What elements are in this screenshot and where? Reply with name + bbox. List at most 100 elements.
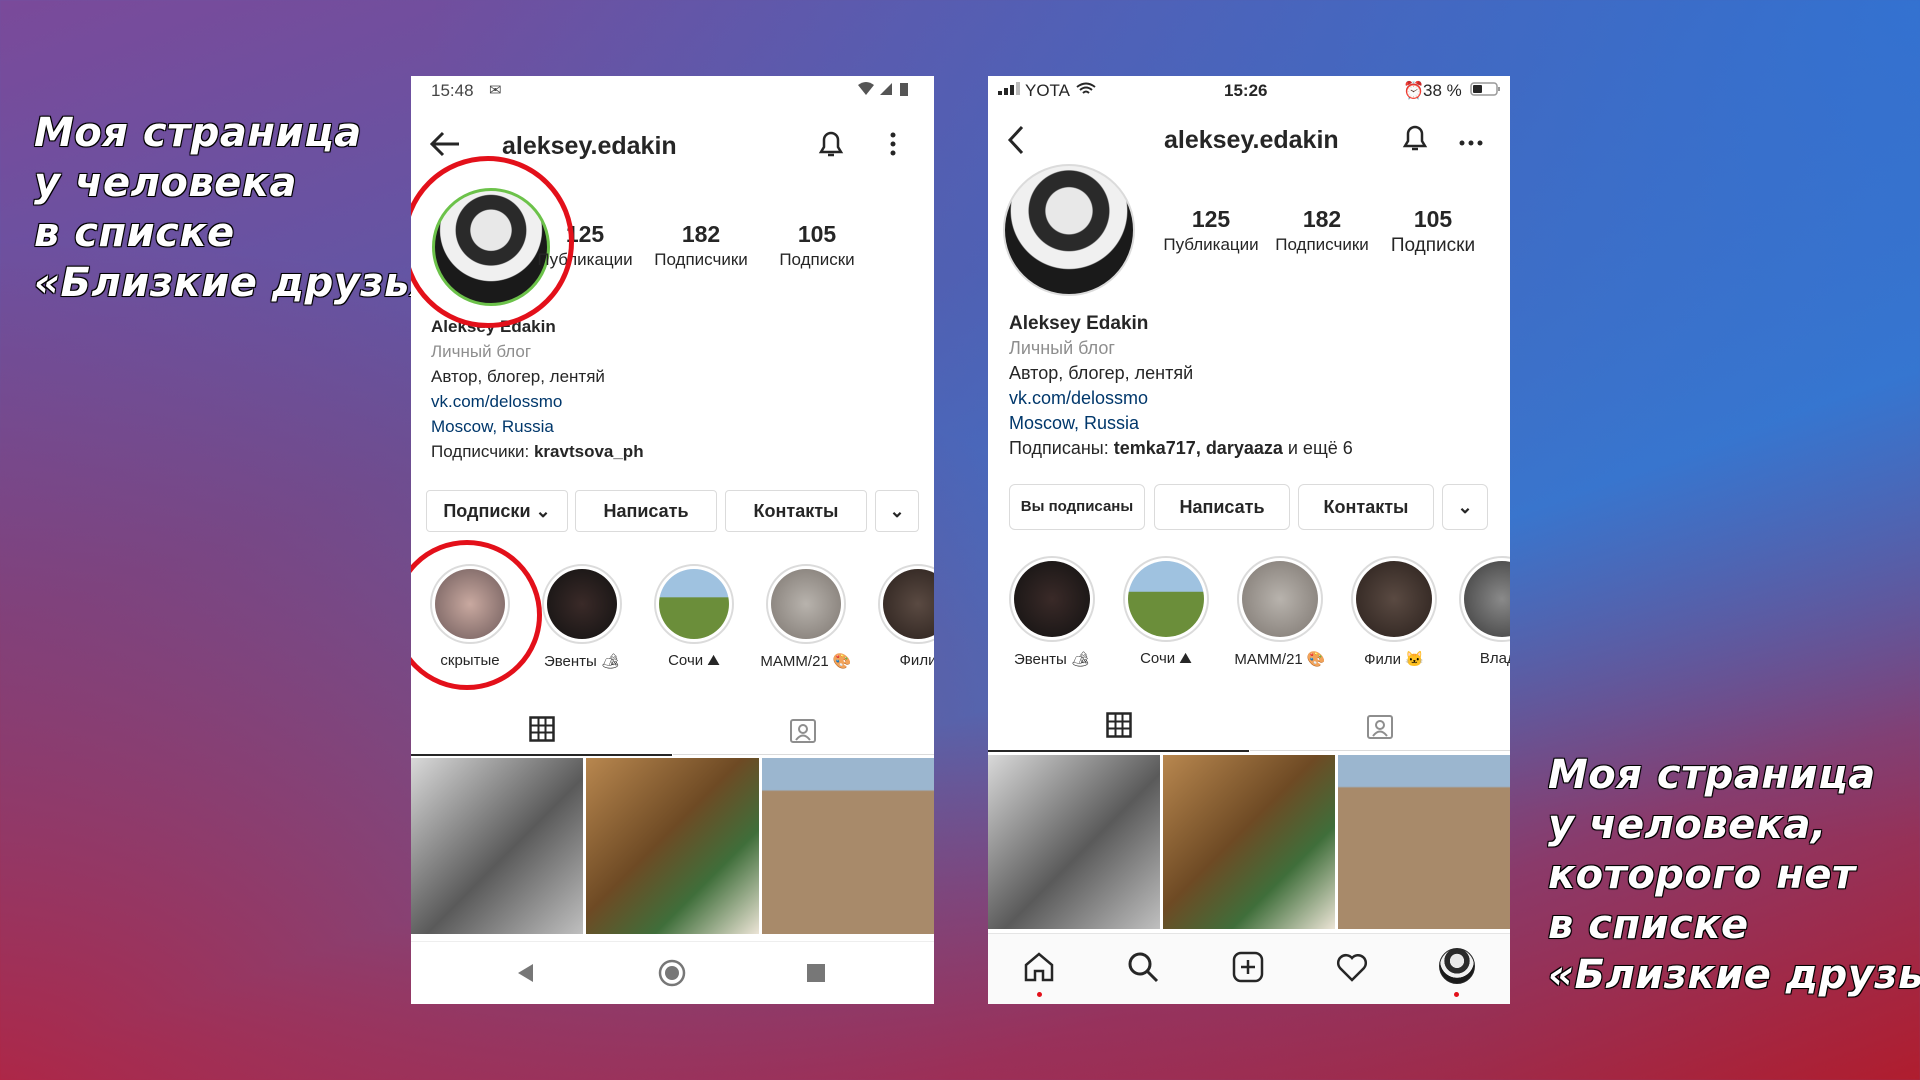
story-highlight[interactable]: МАММ/21 🎨 — [760, 564, 852, 670]
story-highlight[interactable]: Фили 🐱 — [1348, 556, 1440, 668]
home-icon[interactable] — [1022, 950, 1056, 989]
story-thumbnail — [1464, 561, 1510, 637]
stat-number: 105 — [1413, 206, 1453, 232]
story-highlight[interactable]: Влади — [1456, 556, 1510, 667]
more-horizontal-icon[interactable] — [1458, 134, 1484, 152]
story-highlight[interactable]: Фили — [872, 564, 934, 669]
profile-location[interactable]: Moscow, Russia — [1009, 411, 1353, 436]
status-bar: YOTA 15:26 ⏰ 38 % — [988, 76, 1510, 104]
story-highlight[interactable]: Сочи ⛰ — [1120, 556, 1212, 667]
home-circle-icon[interactable] — [658, 959, 686, 987]
profile-name: Aleksey Edakin — [1009, 313, 1149, 334]
stat-label: Подписки — [779, 250, 855, 269]
post-thumbnail[interactable] — [1338, 755, 1510, 929]
tab-grid[interactable] — [988, 700, 1249, 752]
contacts-button[interactable]: Контакты — [1298, 484, 1434, 530]
more-vertical-icon[interactable] — [889, 130, 897, 163]
caption-line: в списке — [34, 210, 235, 256]
following-button[interactable]: Подписки ⌄ — [426, 490, 568, 532]
message-button[interactable]: Написать — [1154, 484, 1290, 530]
stat-posts[interactable]: 125 Публикации — [1156, 206, 1266, 255]
story-ring — [542, 564, 622, 644]
back-triangle-icon[interactable] — [515, 962, 535, 984]
back-arrow-icon[interactable] — [429, 130, 461, 163]
battery-icon — [856, 81, 916, 102]
caption-close-friends: Моя страница у человека в списке «Близки… — [34, 108, 463, 308]
tab-tagged[interactable] — [1250, 700, 1510, 751]
profile-username: aleksey.edakin — [502, 132, 677, 160]
followed-by-suffix: и ещё 6 — [1282, 438, 1353, 458]
story-highlight[interactable]: Сочи ⛰ — [648, 564, 740, 669]
caption-line: у человека — [34, 160, 297, 206]
profile-link[interactable]: vk.com/delossmo — [1009, 386, 1353, 411]
recents-square-icon[interactable] — [806, 963, 826, 983]
story-highlight[interactable]: Эвенты 🏕 — [1006, 556, 1098, 668]
bell-icon[interactable] — [1400, 122, 1430, 159]
suggestions-dropdown-button[interactable]: ⌄ — [1442, 484, 1488, 530]
followed-by-users: temka717, daryaaza — [1113, 438, 1283, 458]
search-icon[interactable] — [1126, 950, 1160, 989]
tab-grid[interactable] — [411, 704, 672, 756]
suggestions-dropdown-button[interactable]: ⌄ — [875, 490, 919, 532]
tab-tagged[interactable] — [673, 704, 934, 755]
bell-icon[interactable] — [816, 128, 846, 165]
status-carrier: YOTA — [1025, 81, 1071, 100]
story-label: Эвенты 🏕 — [543, 653, 621, 670]
stat-following[interactable]: 105 Подписки — [762, 221, 872, 270]
profile-bio: Aleksey Edakin Личный блог Автор, блогер… — [1009, 311, 1353, 461]
bottom-tab-bar — [988, 933, 1510, 1004]
stat-followers[interactable]: 182 Подписчики — [1267, 206, 1377, 255]
chevron-down-icon: ⌄ — [889, 501, 905, 521]
story-highlight[interactable]: Эвенты 🏕 — [536, 564, 628, 670]
story-highlight[interactable]: МАММ/21 🎨 — [1234, 556, 1326, 668]
caption-line: Моя страница — [34, 110, 362, 156]
story-ring — [1459, 556, 1510, 642]
notification-dot — [1037, 992, 1042, 997]
following-button[interactable]: Вы подписаны — [1009, 484, 1145, 530]
profile-tab-avatar[interactable] — [1439, 948, 1475, 984]
grid-icon — [529, 716, 555, 742]
post-thumbnail[interactable] — [586, 758, 759, 934]
profile-bio: Aleksey Edakin Личный блог Автор, блогер… — [431, 314, 644, 464]
post-thumbnail[interactable] — [1163, 755, 1335, 929]
story-thumbnail — [771, 569, 841, 639]
back-chevron-icon[interactable] — [1006, 124, 1026, 161]
profile-link[interactable]: vk.com/delossmo — [431, 389, 644, 414]
profile-description: Автор, блогер, лентяй — [431, 367, 605, 386]
stat-following[interactable]: 105 Подписки — [1378, 206, 1488, 257]
stat-followers[interactable]: 182 Подписчики — [646, 221, 756, 270]
post-thumbnail[interactable] — [761, 758, 934, 934]
post-thumbnail[interactable] — [988, 755, 1160, 929]
post-thumbnail[interactable] — [411, 758, 584, 934]
story-ring — [1237, 556, 1323, 642]
highlight-circle-story — [411, 540, 542, 690]
followed-by[interactable]: Подписаны: temka717, daryaaza и ещё 6 — [1009, 436, 1353, 461]
caption-line: у человека, — [1548, 802, 1827, 848]
following-button-label: Подписки — [443, 501, 531, 521]
avatar[interactable] — [1003, 164, 1135, 296]
story-thumbnail — [1356, 561, 1432, 637]
phone-screenshot-ios: YOTA 15:26 ⏰ 38 % aleksey.edakin 125 Пуб… — [988, 76, 1510, 1004]
profile-description: Автор, блогер, лентяй — [1009, 363, 1194, 383]
message-button[interactable]: Написать — [575, 490, 717, 532]
story-label: Фили — [899, 652, 934, 669]
status-time: 15:48 — [431, 81, 474, 100]
chevron-down-icon: ⌄ — [1457, 497, 1473, 517]
contacts-button[interactable]: Контакты — [725, 490, 867, 532]
post-grid — [411, 758, 934, 934]
followed-by[interactable]: Подписчики: kravtsova_ph — [431, 439, 644, 464]
story-label: Влади — [1479, 650, 1510, 667]
profile-location[interactable]: Moscow, Russia — [431, 414, 644, 439]
new-post-icon[interactable] — [1231, 950, 1265, 989]
story-thumbnail — [659, 569, 729, 639]
profile-category: Личный блог — [431, 342, 532, 361]
heart-icon[interactable] — [1335, 950, 1369, 989]
followed-by-prefix: Подписаны: — [1009, 438, 1114, 458]
android-navigation-bar — [411, 941, 934, 1004]
story-thumbnail — [1128, 561, 1204, 637]
profile-tabs — [988, 700, 1510, 752]
story-thumbnail — [883, 569, 934, 639]
story-ring — [766, 564, 846, 644]
notification-dot — [1454, 992, 1459, 997]
stat-number: 105 — [797, 221, 837, 247]
